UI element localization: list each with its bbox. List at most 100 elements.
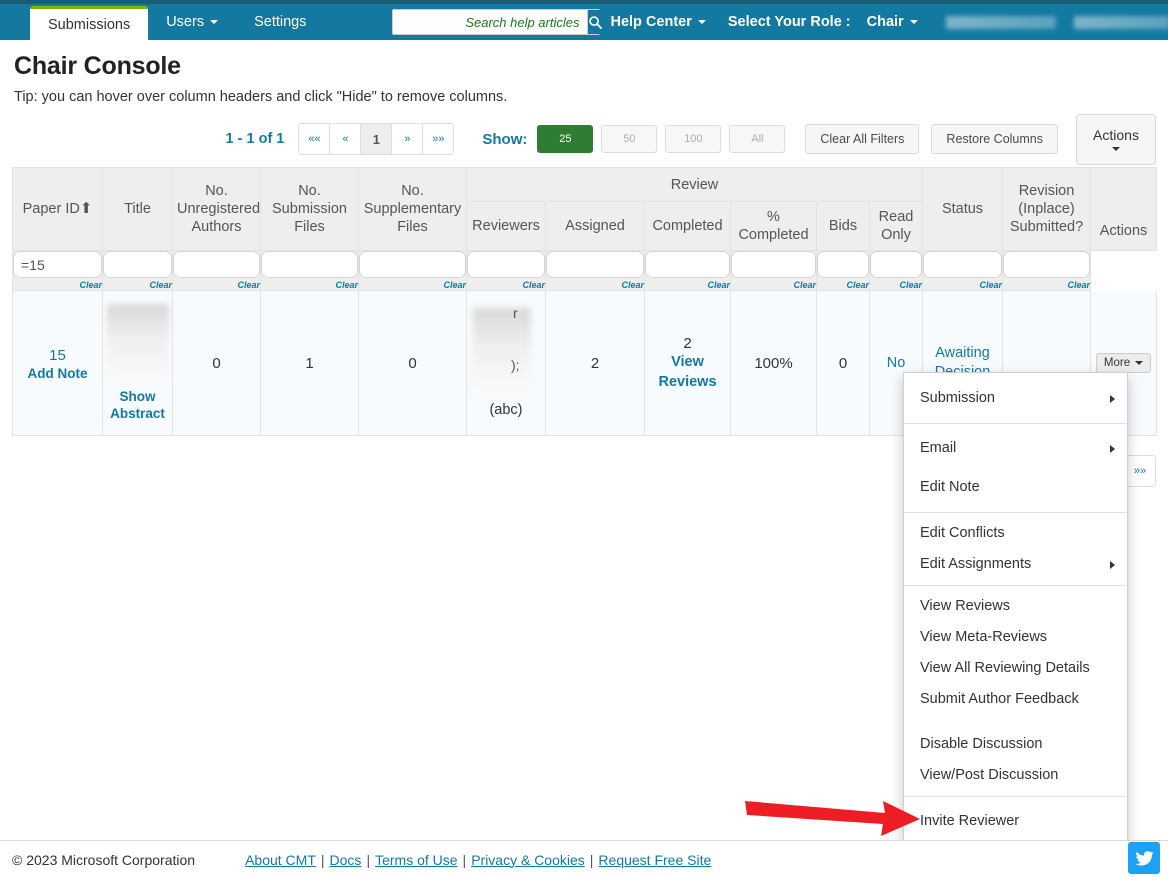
page-size-all[interactable]: All: [729, 125, 786, 153]
filter-input-supplementary-files[interactable]: [359, 251, 466, 278]
filter-clear-submission-files[interactable]: Clear: [261, 280, 358, 290]
filter-input-read-only[interactable]: [870, 251, 923, 278]
menu-item-edit-note[interactable]: Edit Note: [904, 468, 1127, 507]
filter-clear-assigned[interactable]: Clear: [546, 280, 644, 290]
filter-input-revision[interactable]: [1003, 251, 1091, 278]
filter-clear-title[interactable]: Clear: [103, 280, 172, 290]
menu-item-invite-reviewer[interactable]: Invite Reviewer: [904, 802, 1127, 841]
add-note-link[interactable]: Add Note: [13, 366, 102, 381]
col-bids[interactable]: Bids: [816, 201, 870, 251]
filter-input-paper-id[interactable]: [13, 251, 102, 278]
menu-item-view-reviews[interactable]: View Reviews: [904, 591, 1127, 622]
filter-input-percent-completed[interactable]: [731, 251, 816, 278]
chevron-down-icon: [1135, 361, 1144, 365]
page-size-25[interactable]: 25: [537, 125, 594, 153]
twitter-link[interactable]: [1128, 842, 1160, 874]
paper-id-value[interactable]: 15: [13, 345, 102, 366]
help-center-link[interactable]: Help Center: [600, 14, 715, 30]
col-supplementary-files[interactable]: No. Supplementary Files: [358, 167, 467, 251]
chevron-right-icon: [1110, 560, 1115, 569]
pagination-last[interactable]: »»: [422, 123, 455, 155]
filter-input-status[interactable]: [923, 251, 1003, 278]
filter-clear-status[interactable]: Clear: [923, 280, 1003, 290]
pagination-next[interactable]: »: [391, 123, 424, 155]
filter-input-assigned[interactable]: [546, 251, 644, 278]
nav-tab-submissions[interactable]: Submissions: [30, 6, 149, 40]
role-selector[interactable]: Chair: [857, 14, 928, 30]
col-reviewers[interactable]: Reviewers: [466, 201, 546, 251]
col-group-review: Review: [465, 167, 924, 202]
chevron-down-icon: [210, 20, 219, 24]
filter-clear-completed[interactable]: Clear: [645, 280, 730, 290]
view-reviews-link[interactable]: View Reviews: [645, 352, 730, 392]
filter-input-reviewers[interactable]: [467, 251, 545, 278]
filter-input-title[interactable]: [103, 251, 172, 278]
filter-clear-paper-id[interactable]: Clear: [13, 280, 102, 290]
footer-link-about-cmt[interactable]: About CMT: [245, 852, 316, 868]
footer-link-docs[interactable]: Docs: [330, 852, 362, 868]
menu-item-email[interactable]: Email: [904, 429, 1127, 468]
search-input[interactable]: [393, 10, 588, 34]
pagination-page-1[interactable]: 1: [360, 123, 393, 155]
col-paper-id[interactable]: Paper ID⬆: [12, 167, 103, 251]
filter-cell-assigned: Clear: [545, 250, 645, 291]
menu-item-view-post-discussion[interactable]: View/Post Discussion: [904, 760, 1127, 791]
page-size-100[interactable]: 100: [665, 125, 722, 153]
nav-tab-users[interactable]: Users: [148, 4, 236, 40]
pagination-first[interactable]: ««: [298, 123, 331, 155]
col-title[interactable]: Title: [102, 167, 173, 251]
chevron-down-icon: [909, 20, 918, 25]
footer-link-request-free-site[interactable]: Request Free Site: [598, 852, 711, 868]
menu-item-submission[interactable]: Submission: [904, 379, 1127, 418]
result-range: 1 - 1 of 1: [225, 131, 285, 147]
footer-link-terms-of-use[interactable]: Terms of Use: [375, 852, 457, 868]
read-only-value[interactable]: No: [887, 355, 906, 371]
more-button-label: More: [1103, 357, 1131, 369]
col-unregistered-authors[interactable]: No. Unregistered Authors: [172, 167, 261, 251]
menu-item-disable-discussion[interactable]: Disable Discussion: [904, 715, 1127, 760]
select-role-label: Select Your Role :: [727, 14, 851, 30]
footer-links: About CMT | Docs | Terms of Use | Privacy & Co…: [245, 852, 711, 868]
clear-all-filters-button[interactable]: Clear All Filters: [805, 124, 920, 154]
pagination-prev[interactable]: «: [329, 123, 362, 155]
filter-input-completed[interactable]: [645, 251, 730, 278]
filter-clear-reviewers[interactable]: Clear: [467, 280, 545, 290]
reviewer-abc-label: (abc): [489, 402, 523, 418]
cell-supplementary-files: 0: [358, 290, 467, 436]
filter-clear-read-only[interactable]: Clear: [870, 280, 923, 290]
restore-columns-button[interactable]: Restore Columns: [931, 124, 1058, 154]
col-assigned[interactable]: Assigned: [545, 201, 645, 251]
filter-clear-bids[interactable]: Clear: [817, 280, 869, 290]
footer-link-privacy-cookies[interactable]: Privacy & Cookies: [471, 852, 585, 868]
more-button[interactable]: More: [1095, 353, 1152, 373]
pagination-last-bottom[interactable]: »»: [1124, 455, 1156, 487]
nav-tab-settings[interactable]: Settings: [236, 4, 324, 40]
filter-input-submission-files[interactable]: [261, 251, 358, 278]
nav-right-group: Help Center Select Your Role : Chair: [392, 4, 1168, 40]
page-header: Chair Console Tip: you can hover over co…: [0, 40, 1168, 105]
filter-clear-unregistered-authors[interactable]: Clear: [173, 280, 260, 290]
col-completed[interactable]: Completed: [644, 201, 731, 251]
menu-item-view-all-reviewing-details[interactable]: View All Reviewing Details: [904, 653, 1127, 684]
filter-clear-supplementary-files[interactable]: Clear: [359, 280, 466, 290]
actions-button-label: Actions: [1093, 127, 1139, 143]
menu-item-edit-conflicts[interactable]: Edit Conflicts: [904, 518, 1127, 549]
col-submission-files[interactable]: No. Submission Files: [260, 167, 359, 251]
col-percent-completed[interactable]: % Completed: [730, 201, 817, 251]
menu-item-submit-author-feedback[interactable]: Submit Author Feedback: [904, 684, 1127, 715]
cell-submission-files: 1: [260, 290, 359, 436]
col-status[interactable]: Status: [922, 167, 1004, 251]
filter-clear-percent-completed[interactable]: Clear: [731, 280, 816, 290]
menu-divider: [904, 796, 1127, 797]
menu-item-view-meta-reviews[interactable]: View Meta-Reviews: [904, 622, 1127, 653]
menu-item-edit-assignments[interactable]: Edit Assignments: [904, 549, 1127, 580]
filter-input-bids[interactable]: [817, 251, 869, 278]
col-read-only[interactable]: Read Only: [868, 201, 924, 251]
col-revision-submitted[interactable]: Revision (Inplace) Submitted?: [1002, 167, 1092, 251]
filter-cell-completed: Clear: [644, 250, 731, 291]
show-abstract-link[interactable]: Show Abstract: [103, 388, 172, 422]
filter-input-unregistered-authors[interactable]: [173, 251, 260, 278]
page-size-50[interactable]: 50: [601, 125, 658, 153]
actions-button[interactable]: Actions: [1076, 113, 1156, 165]
filter-clear-revision[interactable]: Clear: [1003, 280, 1091, 290]
